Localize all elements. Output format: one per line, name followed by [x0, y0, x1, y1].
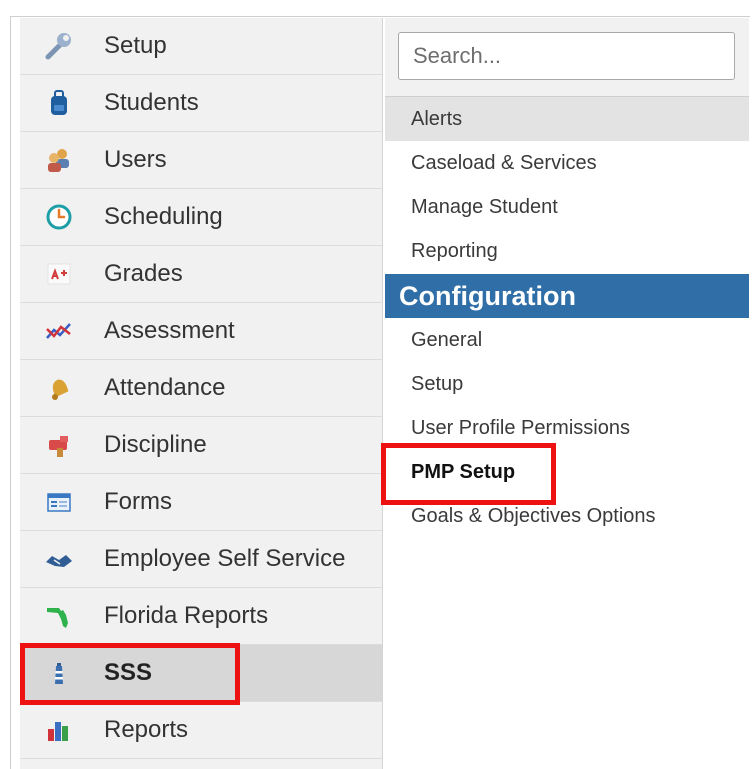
- search-input[interactable]: [398, 32, 735, 80]
- nav-item-assessment[interactable]: Assessment: [20, 303, 382, 360]
- flag-icon: [44, 430, 74, 460]
- florida-map-icon: [44, 601, 74, 631]
- menu-item-general[interactable]: General: [385, 318, 749, 362]
- bar-chart-icon: [44, 715, 74, 745]
- menu-item-caseload-services[interactable]: Caseload & Services: [385, 141, 749, 185]
- nav-label: Grades: [104, 260, 183, 287]
- nav-label: Users: [104, 146, 167, 173]
- nav-item-forms[interactable]: Forms: [20, 474, 382, 531]
- grades-icon: [44, 259, 74, 289]
- menu-item-alerts[interactable]: Alerts: [385, 97, 749, 141]
- nav-label: Scheduling: [104, 203, 223, 230]
- nav-label: Forms: [104, 488, 172, 515]
- nav-label: Setup: [104, 32, 167, 59]
- assessment-chart-icon: [44, 316, 74, 346]
- menu-item-goals-objectives-options[interactable]: Goals & Objectives Options: [385, 494, 749, 538]
- bell-icon: [44, 373, 74, 403]
- sub-menu-panel: Alerts Caseload & Services Manage Studen…: [385, 18, 749, 769]
- nav-label: Students: [104, 89, 199, 116]
- lighthouse-icon: [44, 658, 74, 688]
- nav-item-discipline[interactable]: Discipline: [20, 417, 382, 474]
- search-container: [385, 18, 749, 97]
- nav-item-attendance[interactable]: Attendance: [20, 360, 382, 417]
- menu-item-manage-student[interactable]: Manage Student: [385, 185, 749, 229]
- handshake-icon: [44, 544, 74, 574]
- nav-label: Assessment: [104, 317, 235, 344]
- nav-item-students[interactable]: Students: [20, 75, 382, 132]
- backpack-icon: [44, 88, 74, 118]
- users-icon: [44, 145, 74, 175]
- nav-label: Florida Reports: [104, 602, 269, 629]
- nav-label: Attendance: [104, 374, 226, 401]
- nav-item-users[interactable]: Users: [20, 132, 382, 189]
- nav-item-scheduling[interactable]: Scheduling: [20, 189, 382, 246]
- nav-item-sss[interactable]: SSS: [20, 645, 382, 702]
- nav-item-reports[interactable]: Reports: [20, 702, 382, 759]
- wrench-icon: [44, 31, 74, 61]
- nav-label: Reports: [104, 716, 189, 743]
- nav-label: SSS: [104, 659, 153, 686]
- menu-item-pmp-setup[interactable]: PMP Setup: [385, 450, 749, 494]
- menu-item-user-profile-permissions[interactable]: User Profile Permissions: [385, 406, 749, 450]
- clock-icon: [44, 202, 74, 232]
- menu-item-setup[interactable]: Setup: [385, 362, 749, 406]
- nav-label: Employee Self Service: [104, 545, 346, 572]
- nav-item-florida-reports[interactable]: Florida Reports: [20, 588, 382, 645]
- form-icon: [44, 487, 74, 517]
- nav-item-employee-self-service[interactable]: Employee Self Service: [20, 531, 382, 588]
- menu-item-reporting[interactable]: Reporting: [385, 229, 749, 273]
- nav-item-setup[interactable]: Setup: [20, 18, 382, 75]
- nav-item-grades[interactable]: Grades: [20, 246, 382, 303]
- main-navigation: Setup Students Users Scheduling Grades A…: [20, 18, 383, 769]
- nav-label: Discipline: [104, 431, 207, 458]
- section-header-configuration: Configuration: [385, 274, 749, 318]
